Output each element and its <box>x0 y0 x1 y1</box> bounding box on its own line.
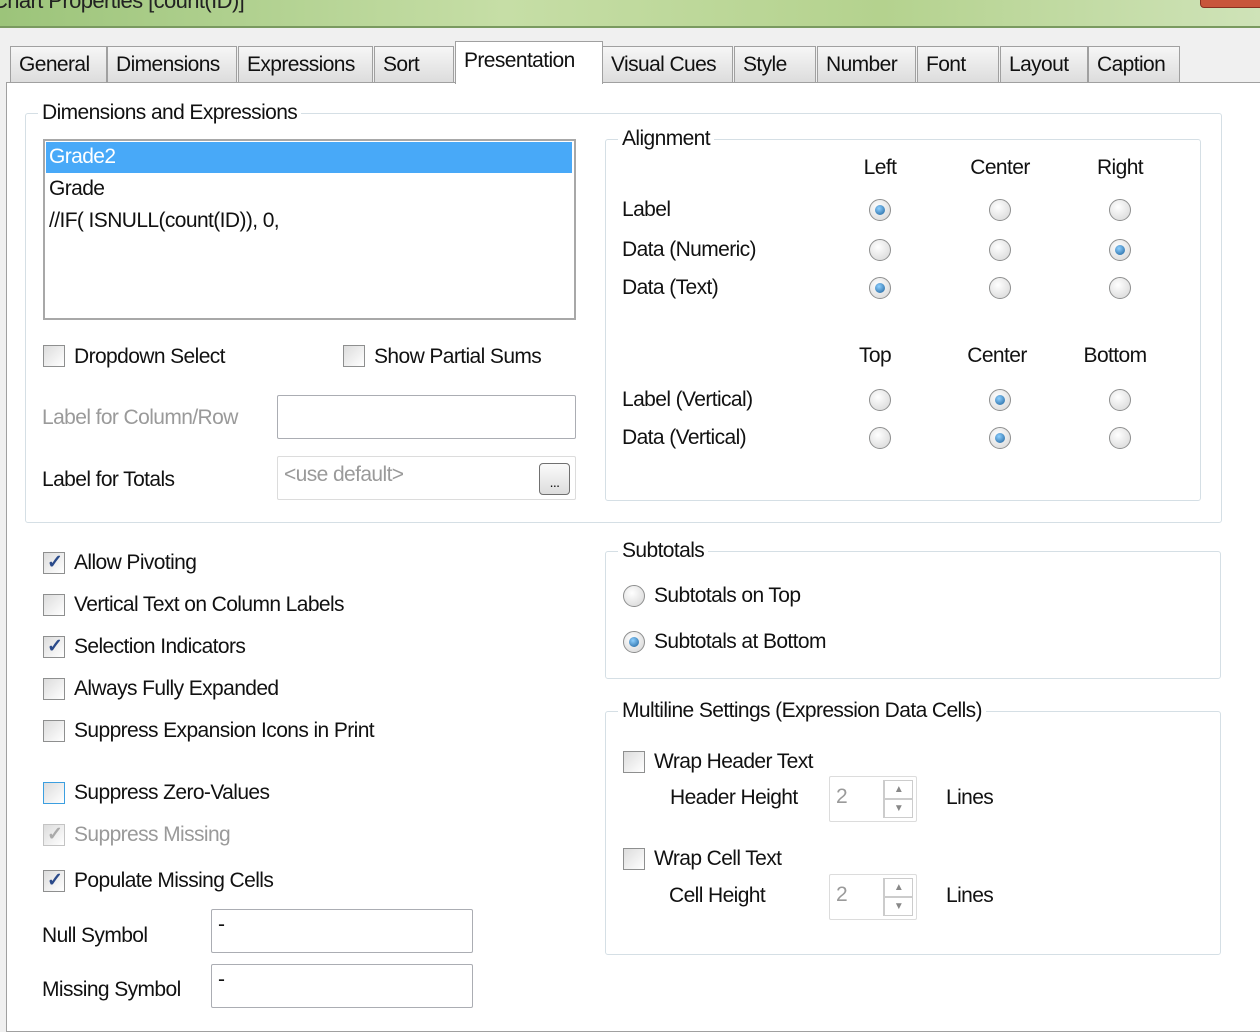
subtotals-option-label: Subtotals at Bottom <box>654 630 826 653</box>
browse-button[interactable]: ... <box>539 463 570 495</box>
wrap-header-checkbox[interactable] <box>623 751 645 773</box>
suppress-zero-values-label: Suppress Zero-Values <box>74 781 270 804</box>
alignment-group-title: Alignment <box>618 127 714 151</box>
tab-visual-cues[interactable]: Visual Cues <box>602 46 733 83</box>
align-col-header: Center <box>970 156 1030 179</box>
label-column-row-input[interactable] <box>277 395 576 439</box>
valign-col-header: Center <box>967 344 1027 367</box>
suppress-expansion-icons-in-print-checkbox[interactable] <box>43 720 65 742</box>
align-radio-left[interactable] <box>869 239 891 261</box>
header-height-spinner[interactable]: ▲ ▼ <box>883 780 913 818</box>
lines-label: Lines <box>946 786 994 809</box>
list-item[interactable]: //IF( ISNULL(count(ID)), 0, <box>46 206 572 237</box>
subtotals-option-label: Subtotals on Top <box>654 584 801 607</box>
spin-up-icon[interactable]: ▲ <box>884 878 913 897</box>
selection-indicators-label: Selection Indicators <box>74 635 246 658</box>
valign-row-label: Label (Vertical) <box>622 388 753 411</box>
align-row-label: Data (Numeric) <box>622 238 757 261</box>
align-radio-left[interactable] <box>869 277 891 299</box>
valign-col-header: Top <box>858 344 892 367</box>
subtotals-radio[interactable] <box>623 585 645 607</box>
null-symbol-input[interactable]: - <box>211 909 473 953</box>
label-column-row-label: Label for Column/Row <box>42 406 238 429</box>
null-symbol-label: Null Symbol <box>42 924 148 947</box>
wrap-cell-checkbox[interactable] <box>623 848 645 870</box>
align-row-label: Data (Text) <box>622 276 719 299</box>
tab-style[interactable]: Style <box>734 46 816 83</box>
tab-font[interactable]: Font <box>917 46 999 83</box>
align-col-header: Left <box>863 156 897 179</box>
align-radio-right[interactable] <box>1109 239 1131 261</box>
tab-presentation[interactable]: Presentation <box>455 41 603 84</box>
dims-group-title: Dimensions and Expressions <box>38 101 302 125</box>
valign-radio-top[interactable] <box>869 427 891 449</box>
valign-radio-bottom[interactable] <box>1109 427 1131 449</box>
cell-height-label: Cell Height <box>669 884 766 907</box>
missing-symbol-input[interactable]: - <box>211 964 473 1008</box>
selection-indicators-checkbox[interactable] <box>43 635 65 658</box>
valign-radio-center[interactable] <box>989 427 1011 449</box>
label-totals-input[interactable]: <use default> <box>277 456 576 500</box>
tab-number[interactable]: Number <box>817 46 916 83</box>
suppress-zero-values-checkbox[interactable] <box>43 782 65 804</box>
label-totals-label: Label for Totals <box>42 468 175 491</box>
tab-sort[interactable]: Sort <box>374 46 454 83</box>
tab-dimensions[interactable]: Dimensions <box>107 46 237 83</box>
title-bar: Chart Properties [count(ID)] <box>0 0 1260 28</box>
cell-height-spinner[interactable]: ▲ ▼ <box>883 878 913 916</box>
vertical-text-on-column-labels-label: Vertical Text on Column Labels <box>74 593 345 616</box>
align-radio-right[interactable] <box>1109 199 1131 221</box>
valign-radio-center[interactable] <box>989 389 1011 411</box>
valign-radio-bottom[interactable] <box>1109 389 1131 411</box>
always-fully-expanded-checkbox[interactable] <box>43 678 65 700</box>
suppress-expansion-icons-in-print-label: Suppress Expansion Icons in Print <box>74 719 375 742</box>
align-row-label: Label <box>622 198 671 221</box>
valign-col-header: Bottom <box>1083 344 1148 367</box>
align-col-header: Right <box>1096 156 1144 179</box>
allow-pivoting-label: Allow Pivoting <box>74 551 197 574</box>
vertical-text-on-column-labels-checkbox[interactable] <box>43 594 65 616</box>
subtotals-group <box>605 551 1221 679</box>
header-height-label: Header Height <box>670 786 798 809</box>
tab-layout[interactable]: Layout <box>1000 46 1088 83</box>
show-partial-sums-label: Show Partial Sums <box>374 345 542 368</box>
dropdown-select-label: Dropdown Select <box>74 345 226 368</box>
subtotals-radio[interactable] <box>623 631 645 653</box>
valign-row-label: Data (Vertical) <box>622 426 747 449</box>
spin-up-icon[interactable]: ▲ <box>884 780 913 799</box>
align-radio-center[interactable] <box>989 199 1011 221</box>
populate-missing-cells-label: Populate Missing Cells <box>74 869 274 892</box>
list-item[interactable]: Grade <box>46 174 572 205</box>
wrap-header-label: Wrap Header Text <box>654 750 813 773</box>
valign-radio-top[interactable] <box>869 389 891 411</box>
tab-expressions[interactable]: Expressions <box>238 46 373 83</box>
list-item[interactable]: Grade2 <box>46 142 572 173</box>
spin-down-icon[interactable]: ▼ <box>884 799 913 818</box>
align-radio-right[interactable] <box>1109 277 1131 299</box>
dropdown-select-checkbox[interactable] <box>43 345 65 367</box>
missing-symbol-label: Missing Symbol <box>42 978 181 1001</box>
window-title: Chart Properties [count(ID)] <box>0 0 245 13</box>
allow-pivoting-checkbox[interactable] <box>43 551 65 574</box>
tab-caption[interactable]: Caption <box>1088 46 1180 83</box>
suppress-missing-label: Suppress Missing <box>74 823 231 846</box>
close-button[interactable] <box>1200 0 1260 8</box>
align-radio-left[interactable] <box>869 199 891 221</box>
spin-down-icon[interactable]: ▼ <box>884 897 913 916</box>
align-radio-center[interactable] <box>989 239 1011 261</box>
show-partial-sums-checkbox[interactable] <box>343 345 365 367</box>
suppress-missing-checkbox <box>43 823 65 846</box>
tab-general[interactable]: General <box>10 46 107 83</box>
subtotals-group-title: Subtotals <box>618 539 709 563</box>
lines-label: Lines <box>946 884 994 907</box>
multiline-group-title: Multiline Settings (Expression Data Cell… <box>618 699 986 723</box>
align-radio-center[interactable] <box>989 277 1011 299</box>
populate-missing-cells-checkbox[interactable] <box>43 869 65 892</box>
wrap-cell-label: Wrap Cell Text <box>654 847 782 870</box>
always-fully-expanded-label: Always Fully Expanded <box>74 677 279 700</box>
